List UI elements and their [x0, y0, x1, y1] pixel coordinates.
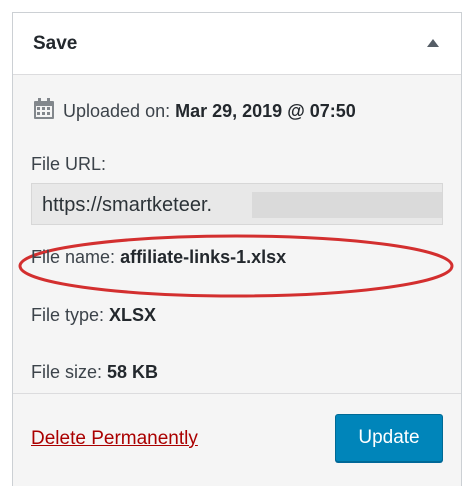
file-size-row: File size: 58 KB	[31, 362, 158, 383]
file-type-value: XLSX	[109, 305, 157, 325]
file-size-label: File size:	[31, 362, 103, 382]
file-name-label: File name:	[31, 247, 116, 267]
panel-body: Uploaded on: Mar 29, 2019 @ 07:50 File U…	[13, 75, 461, 393]
file-name-row: File name: affiliate-links-1.xlsx	[31, 247, 286, 268]
panel-title: Save	[33, 33, 78, 54]
file-type-label: File type:	[31, 305, 105, 325]
triangle-up-icon[interactable]	[427, 39, 439, 47]
delete-permanently-link[interactable]: Delete Permanently	[31, 428, 198, 450]
file-url-value: https://smartketeer.	[42, 194, 213, 216]
annotation-ellipse	[18, 234, 454, 298]
file-url-label: File URL:	[31, 154, 107, 174]
file-name-value: affiliate-links-1.xlsx	[120, 247, 287, 267]
redacted-url-portion	[252, 192, 442, 218]
calendar-icon	[33, 98, 55, 120]
update-button[interactable]: Update	[335, 414, 443, 462]
panel-header[interactable]: Save	[13, 13, 461, 75]
uploaded-value: Mar 29, 2019 @ 07:50	[175, 101, 356, 121]
file-url-field[interactable]: https://smartketeer.	[31, 183, 443, 225]
file-size-value: 58 KB	[107, 362, 159, 382]
save-panel: Save Uploaded on: Mar 29, 2019 @ 07:50 F…	[12, 12, 462, 486]
panel-footer: Delete Permanently Update	[13, 393, 461, 486]
uploaded-on-row: Uploaded on: Mar 29, 2019 @ 07:50	[33, 98, 356, 122]
uploaded-label: Uploaded on:	[63, 101, 171, 121]
file-type-row: File type: XLSX	[31, 305, 156, 326]
